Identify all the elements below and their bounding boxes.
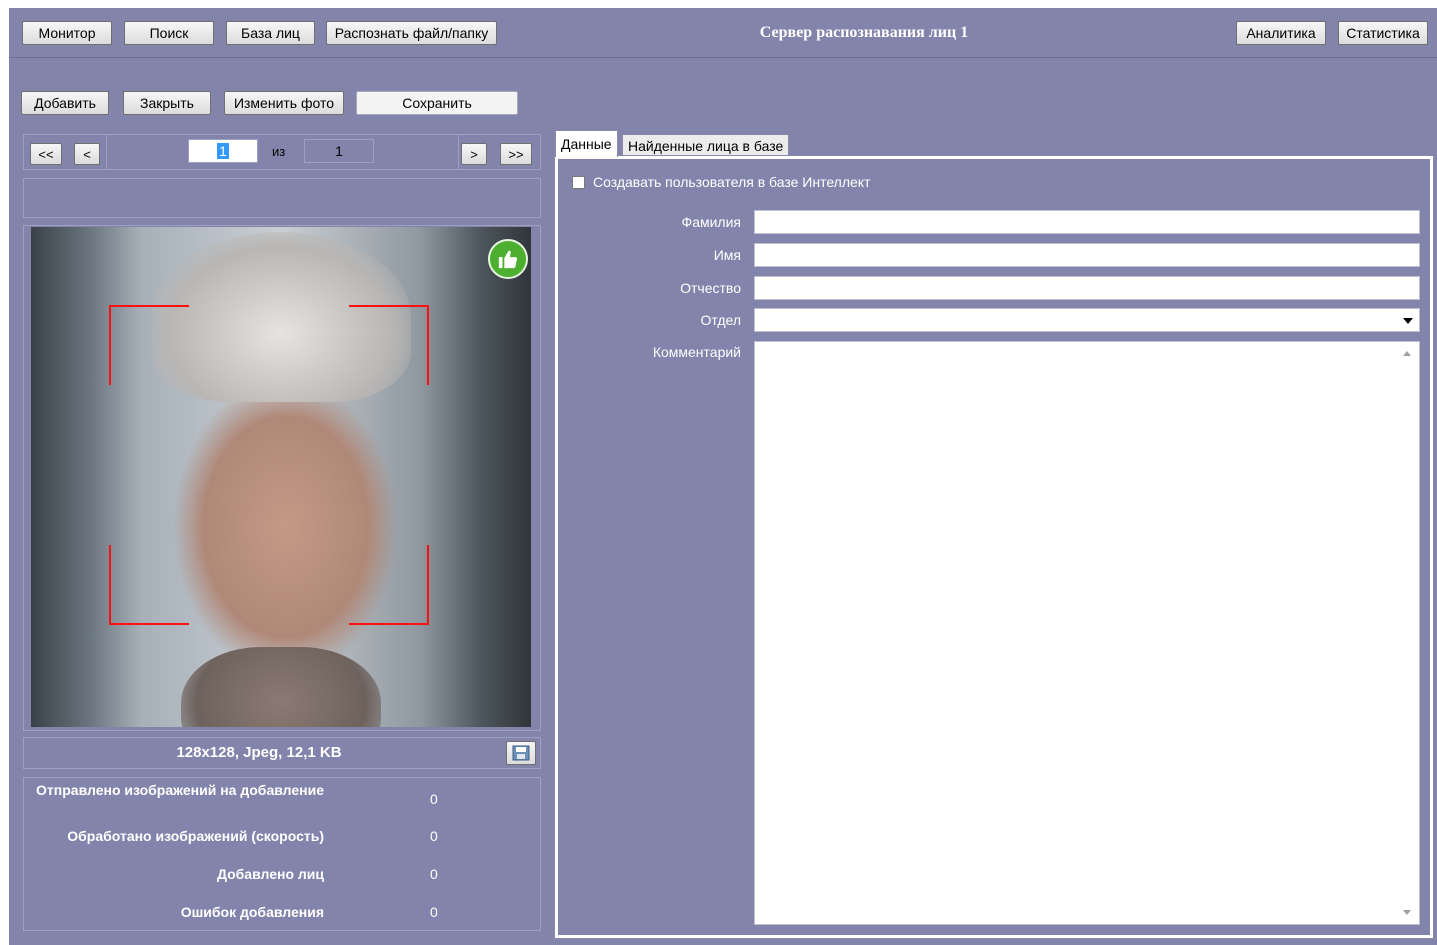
save-image-icon[interactable] [506, 741, 536, 765]
pager-divider [458, 135, 459, 169]
patronymic-label: Отчество [680, 280, 741, 296]
stat-value: 0 [430, 904, 438, 920]
last-page-button[interactable]: >> [500, 143, 532, 165]
analytics-button[interactable]: Аналитика [1236, 21, 1326, 45]
current-page-input[interactable]: 1 [188, 139, 258, 163]
close-button[interactable]: Закрыть [123, 91, 211, 115]
comment-textarea[interactable] [754, 341, 1420, 925]
app-window: Монитор Поиск База лиц Распознать файл/п… [9, 8, 1437, 945]
change-photo-button[interactable]: Изменить фото [224, 91, 344, 115]
face-frame-corner [109, 545, 189, 625]
prev-page-button[interactable]: < [74, 143, 100, 165]
add-button[interactable]: Добавить [21, 91, 109, 115]
name-label: Имя [713, 247, 741, 263]
photo-frame [23, 225, 541, 731]
face-frame-corner [109, 305, 189, 385]
department-label: Отдел [700, 312, 742, 328]
statistics-panel: Отправлено изображений на добавление 0 О… [23, 777, 541, 931]
photo-info-text: 128x128, Jpeg, 12,1 KB [176, 744, 342, 761]
first-page-button[interactable]: << [30, 143, 62, 165]
monitor-button[interactable]: Монитор [22, 21, 112, 45]
stat-value: 0 [430, 828, 438, 844]
surname-field[interactable] [754, 210, 1420, 234]
create-user-row: Создавать пользователя в базе Интеллект [572, 174, 870, 190]
name-field[interactable] [754, 243, 1420, 267]
data-form-panel: Создавать пользователя в базе Интеллект … [554, 155, 1434, 939]
stat-label: Ошибок добавления [180, 904, 324, 920]
scroll-up-icon[interactable] [1403, 351, 1411, 356]
comment-label: Комментарий [652, 344, 741, 360]
stat-label: Отправлено изображений на добавление [36, 782, 324, 798]
name-display-box [23, 178, 541, 218]
top-navigation-bar: Монитор Поиск База лиц Распознать файл/п… [9, 8, 1437, 58]
total-pages: 1 [304, 139, 374, 163]
photo-info-bar: 128x128, Jpeg, 12,1 KB [23, 737, 541, 769]
face-frame-corner [349, 305, 429, 385]
face-photo [31, 227, 531, 727]
department-select[interactable] [754, 308, 1420, 332]
thumbs-up-icon [488, 239, 528, 279]
pager-divider [106, 135, 107, 169]
face-database-button[interactable]: База лиц [226, 21, 315, 45]
surname-label: Фамилия [681, 214, 741, 230]
stat-value: 0 [430, 866, 438, 882]
tab-found-faces[interactable]: Найденные лица в базе [622, 134, 790, 156]
of-label: из [272, 144, 286, 159]
create-user-label: Создавать пользователя в базе Интеллект [593, 174, 871, 190]
recognize-file-button[interactable]: Распознать файл/папку [326, 21, 497, 45]
patronymic-field[interactable] [754, 276, 1420, 300]
save-button[interactable]: Сохранить [356, 91, 518, 115]
current-page-value: 1 [217, 143, 229, 159]
stat-label: Обработано изображений (скорость) [67, 828, 324, 844]
scroll-down-icon[interactable] [1403, 910, 1411, 915]
pager: << < 1 из 1 > >> [23, 134, 541, 170]
beard [181, 647, 381, 727]
create-user-checkbox[interactable] [572, 175, 585, 189]
search-button[interactable]: Поиск [124, 21, 214, 45]
chevron-down-icon[interactable] [1403, 318, 1413, 324]
page-title: Сервер распознавания лиц 1 [759, 24, 969, 41]
stat-value: 0 [430, 791, 438, 807]
statistics-button[interactable]: Статистика [1338, 21, 1428, 45]
face-frame-corner [349, 545, 429, 625]
next-page-button[interactable]: > [461, 143, 487, 165]
stat-label: Добавлено лиц [216, 866, 324, 882]
tab-data[interactable]: Данные [555, 130, 618, 157]
